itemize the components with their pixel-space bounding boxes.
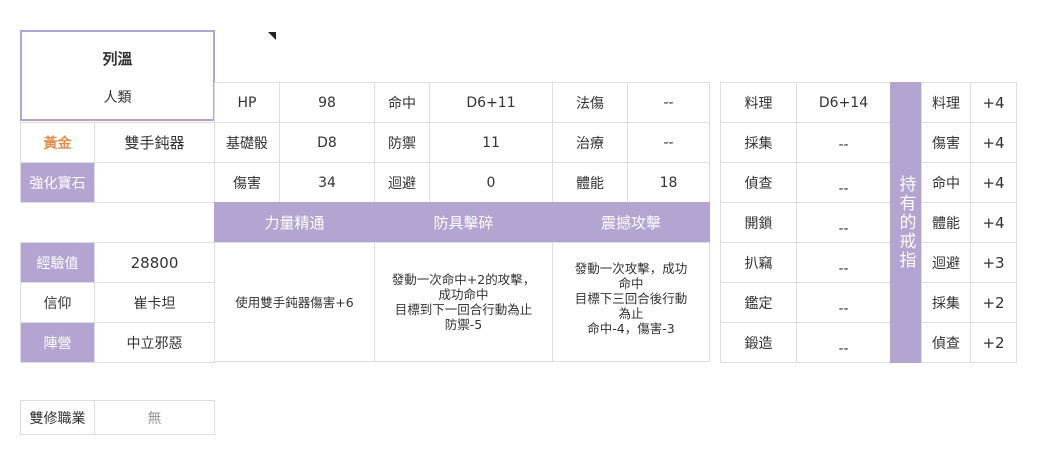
skill-description: 使用雙手鈍器傷害+6 [214, 242, 375, 362]
character-race: 人類 [103, 90, 132, 106]
life-skill-label: 開鎖 [720, 202, 797, 243]
stat-label-hp: HP [214, 82, 280, 123]
skill-description: 發動一次攻擊，成功 命中 目標下三回合後行動 為止 命中-4，傷害-3 [552, 242, 710, 362]
gold-label: 黃金 [20, 122, 95, 163]
ring-label: 傷害 [921, 122, 971, 163]
ring-label: 命中 [921, 162, 971, 203]
weapon-type: 雙手鈍器 [94, 122, 215, 163]
stat-value-damage: 34 [279, 162, 375, 203]
stat-label-hit: 命中 [374, 82, 430, 123]
alignment-value: 中立邪惡 [94, 322, 215, 363]
stat-label-stamina: 體能 [552, 162, 628, 203]
life-skill-value: -- [796, 242, 891, 283]
corner-marker-icon [268, 32, 276, 40]
life-skill-label: 鍛造 [720, 322, 797, 363]
faith-value: 崔卡坦 [94, 282, 215, 323]
life-skill-label: 扒竊 [720, 242, 797, 283]
life-skill-value: -- [796, 122, 891, 163]
stat-value-hit: D6+11 [429, 82, 553, 123]
exp-value: 28800 [94, 242, 215, 283]
ring-value: +4 [970, 82, 1017, 123]
ring-value: +4 [970, 202, 1017, 243]
skill-name: 力量精通 [214, 202, 375, 243]
dual-class-value: 無 [94, 400, 215, 435]
life-skill-value: -- [796, 282, 891, 323]
stat-label-base-die: 基礎骰 [214, 122, 280, 163]
life-skill-label: 偵查 [720, 162, 797, 203]
life-skill-label: 料理 [720, 82, 797, 123]
skill-name: 震撼攻擊 [552, 202, 710, 243]
character-card: 列溫 人類 [20, 30, 215, 121]
dual-class-label: 雙修職業 [20, 400, 95, 435]
skill-description: 發動一次命中+2的攻擊， 成功命中 目標到下一回合行動為止 防禦-5 [374, 242, 553, 362]
skill-name: 防具擊碎 [374, 202, 553, 243]
stat-value-defense: 11 [429, 122, 553, 163]
stat-label-defense: 防禦 [374, 122, 430, 163]
stat-value-hp: 98 [279, 82, 375, 123]
ring-label: 偵查 [921, 322, 971, 363]
ring-value: +4 [970, 122, 1017, 163]
ring-value: +2 [970, 322, 1017, 363]
stat-value-heal: -- [627, 122, 710, 163]
life-skill-value: -- [796, 322, 891, 363]
rings-title: 持有的戒指 [890, 82, 922, 363]
ring-label: 料理 [921, 82, 971, 123]
ring-label: 採集 [921, 282, 971, 323]
ring-label: 迴避 [921, 242, 971, 283]
gem-value [94, 162, 215, 203]
ring-value: +4 [970, 162, 1017, 203]
life-skill-value: -- [796, 202, 891, 243]
stat-label-damage: 傷害 [214, 162, 280, 203]
ring-value: +2 [970, 282, 1017, 323]
stat-label-magic-dmg: 法傷 [552, 82, 628, 123]
stat-value-magic-dmg: -- [627, 82, 710, 123]
life-skill-value: -- [796, 162, 891, 203]
stat-value-base-die: D8 [279, 122, 375, 163]
life-skill-value: D6+14 [796, 82, 891, 123]
character-name: 列溫 [102, 50, 133, 68]
stat-label-evade: 迴避 [374, 162, 430, 203]
faith-label: 信仰 [20, 282, 95, 323]
ring-label: 體能 [921, 202, 971, 243]
gem-label: 強化寶石 [20, 162, 95, 203]
life-skill-label: 鑑定 [720, 282, 797, 323]
stat-value-evade: 0 [429, 162, 553, 203]
exp-label: 經驗值 [20, 242, 95, 283]
alignment-label: 陣營 [20, 322, 95, 363]
ring-value: +3 [970, 242, 1017, 283]
stat-label-heal: 治療 [552, 122, 628, 163]
stat-value-stamina: 18 [627, 162, 710, 203]
life-skill-label: 採集 [720, 122, 797, 163]
